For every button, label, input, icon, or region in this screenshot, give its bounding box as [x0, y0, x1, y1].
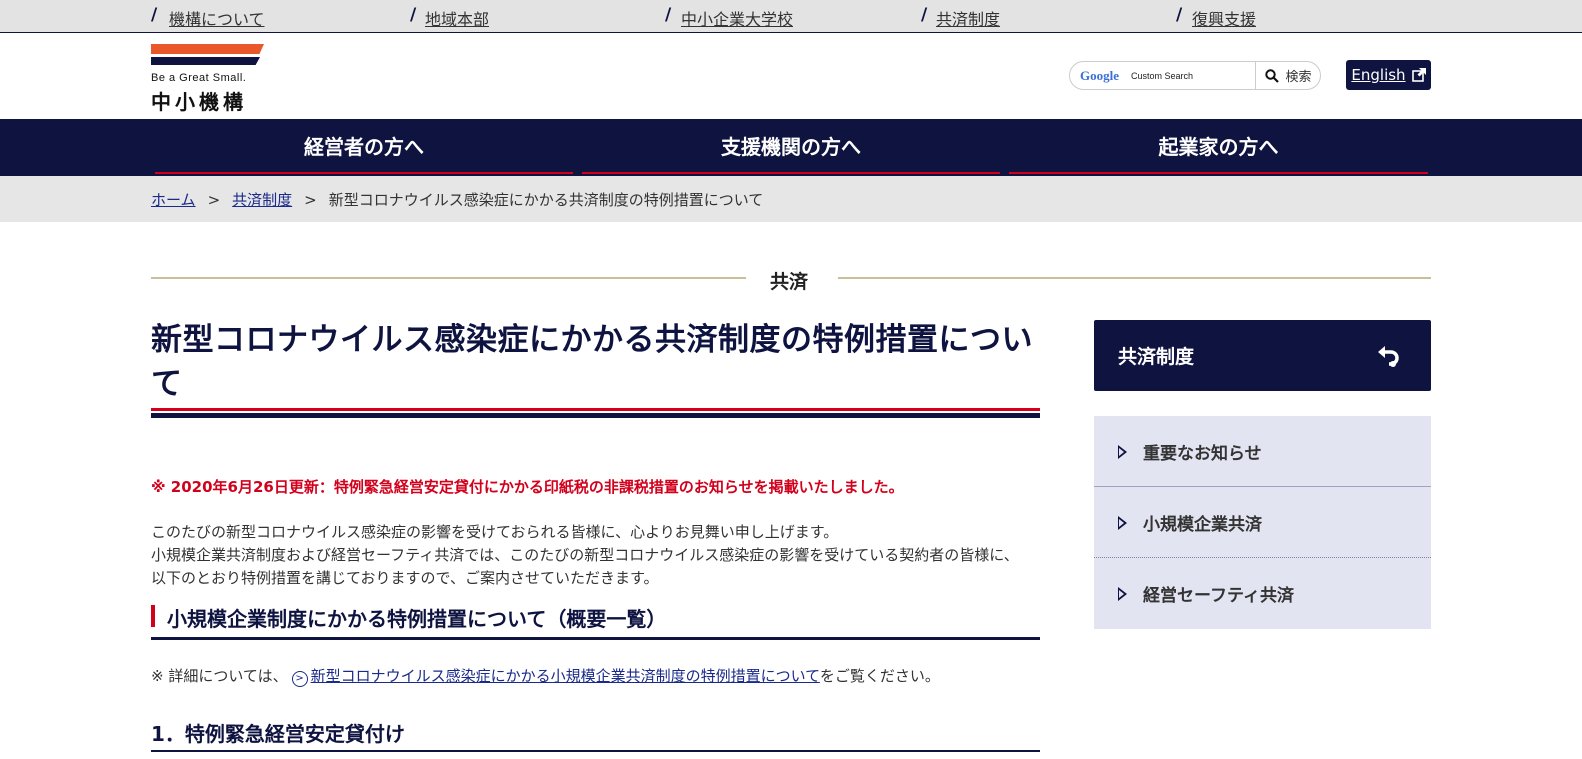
intro-paragraph-1: このたびの新型コロナウイルス感染症の影響を受けておられる皆様に、心よりお見舞い申…	[151, 523, 839, 541]
search-input[interactable]	[1078, 65, 1254, 87]
topbar-link-regional[interactable]: 地域本部	[425, 6, 489, 30]
section-divider-right	[838, 277, 1431, 279]
detail-link[interactable]: 新型コロナウイルス感染症にかかる小規模企業共済制度の特例措置について	[311, 667, 820, 685]
subsection-heading-text: 1．特例緊急経営安定貸付け	[151, 722, 405, 746]
breadcrumb: ホーム > 共済制度 > 新型コロナウイルス感染症にかかる共済制度の特例措置について	[151, 189, 763, 210]
breadcrumb-current: 新型コロナウイルス感染症にかかる共済制度の特例措置について	[328, 191, 764, 209]
main-navigation: 経営者の方へ 支援機関の方へ 起業家の方へ	[0, 119, 1582, 176]
breadcrumb-separator: >	[207, 191, 221, 209]
english-link[interactable]: English	[1346, 60, 1431, 90]
update-notice: ※ 2020年6月26日更新：特例緊急経営安定貸付にかかる印紙税の非課税措置のお…	[151, 478, 904, 496]
heading-accent-bar	[151, 605, 155, 627]
detail-note: ※ 詳細については、 > 新型コロナウイルス感染症にかかる小規模企業共済制度の特例措…	[151, 665, 940, 687]
slash-marker: /	[921, 5, 928, 25]
subsection-heading: 1．特例緊急経営安定貸付け	[151, 718, 1040, 752]
triangle-right-icon	[1118, 586, 1127, 601]
site-logo[interactable]: Be a Great Small. 中小機構	[151, 44, 265, 114]
logo-navy-stripe	[151, 57, 260, 65]
nav-item-entrepreneurs[interactable]: 起業家の方へ	[1009, 119, 1428, 174]
breadcrumb-separator: >	[304, 191, 317, 209]
intro-text: このたびの新型コロナウイルス感染症の影響を受けておられる皆様に、心よりお見舞い申…	[151, 521, 1031, 590]
breadcrumb-home[interactable]: ホーム	[151, 191, 196, 209]
section-heading: 小規模企業制度にかかる特例措置について（概要一覧）	[151, 604, 1040, 640]
detail-prefix: ※ 詳細については、	[151, 667, 288, 685]
topbar-link-about[interactable]: 機構について	[169, 6, 265, 30]
sidebar-item-important-notices[interactable]: 重要なお知らせ	[1094, 416, 1431, 487]
slash-marker: /	[665, 5, 672, 25]
sidebar-item-label: 経営セーフティ共済	[1143, 586, 1294, 606]
external-link-icon	[1411, 68, 1426, 82]
english-label: English	[1351, 66, 1406, 84]
topbar-link-recovery[interactable]: 復興支援	[1192, 6, 1256, 30]
top-utility-bar: / 機構について / 地域本部 / 中小企業大学校 / 共済制度 / 復興支援	[0, 0, 1582, 33]
slash-marker: /	[1176, 5, 1183, 25]
sidebar-item-label: 重要なお知らせ	[1143, 444, 1262, 464]
section-label: 共済	[770, 271, 809, 293]
site-search: Google Custom Search 検索	[1069, 61, 1321, 90]
breadcrumb-bar: ホーム > 共済制度 > 新型コロナウイルス感染症にかかる共済制度の特例措置について	[0, 176, 1582, 222]
section-divider-left	[151, 277, 746, 279]
search-button[interactable]: 検索	[1255, 62, 1321, 89]
intro-paragraph-2: 小規模企業共済制度および経営セーフティ共済では、このたびの新型コロナウイルス感染…	[151, 546, 1019, 587]
sidebar-title: 共済制度	[1118, 346, 1195, 368]
sidebar-item-small-business-mutual[interactable]: 小規模企業共済	[1094, 487, 1431, 558]
detail-suffix: をご覧ください。	[819, 667, 940, 685]
topbar-link-college[interactable]: 中小企業大学校	[681, 6, 793, 30]
section-heading-text: 小規模企業制度にかかる特例措置について（概要一覧）	[167, 607, 667, 631]
title-underline-navy	[151, 413, 1040, 418]
return-arrow-icon	[1378, 346, 1399, 367]
search-button-label: 検索	[1285, 70, 1312, 85]
logo-name: 中小機構	[151, 90, 247, 114]
circle-arrow-icon: >	[291, 671, 308, 687]
logo-tagline: Be a Great Small.	[151, 72, 247, 84]
triangle-right-icon	[1118, 444, 1127, 459]
search-icon	[1265, 68, 1280, 83]
sidebar-item-label: 小規模企業共済	[1143, 515, 1262, 535]
page-title: 新型コロナウイルス感染症にかかる共済制度の特例措置について	[151, 322, 1033, 402]
nav-item-managers[interactable]: 経営者の方へ	[155, 119, 573, 174]
logo-orange-stripe	[151, 44, 264, 54]
triangle-right-icon	[1118, 515, 1127, 530]
breadcrumb-mutual[interactable]: 共済制度	[232, 191, 292, 209]
slash-marker: /	[410, 5, 417, 25]
topbar-link-mutual[interactable]: 共済制度	[936, 6, 1000, 30]
slash-marker: /	[151, 5, 158, 25]
nav-item-support-orgs[interactable]: 支援機関の方へ	[582, 119, 1000, 174]
title-underline-red	[151, 408, 1040, 411]
sidebar-menu: 重要なお知らせ 小規模企業共済 経営セーフティ共済	[1094, 416, 1431, 629]
sidebar-header[interactable]: 共済制度	[1094, 320, 1431, 391]
sidebar-item-safety-mutual[interactable]: 経営セーフティ共済	[1094, 558, 1431, 629]
